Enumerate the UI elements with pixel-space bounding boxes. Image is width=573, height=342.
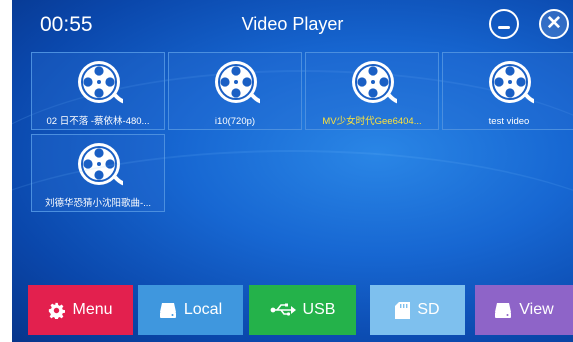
- video-file-tile[interactable]: 刘德华恐猜小沈阳歌曲-...: [31, 134, 165, 212]
- video-file-name: MV少女时代Gee6404...: [322, 116, 422, 127]
- local-button-label: Local: [183, 301, 223, 318]
- view-button[interactable]: View: [475, 285, 573, 335]
- local-button[interactable]: Local: [138, 285, 243, 335]
- gear-icon: [49, 302, 66, 319]
- film-reel-icon: [78, 61, 123, 104]
- film-reel-icon: [78, 143, 123, 186]
- sd-card-icon: [395, 301, 411, 319]
- close-button[interactable]: ✕: [539, 9, 569, 39]
- video-player-screen: 00:55 Video Player ✕ 02 日不落 -蔡依林-480...: [12, 0, 573, 342]
- video-file-tile[interactable]: 02 日不落 -蔡依林-480...: [31, 52, 165, 130]
- film-reel-icon: [352, 61, 397, 104]
- video-file-name: test video: [488, 116, 530, 127]
- source-toolbar: Menu Local USB SD View: [12, 285, 573, 342]
- minimize-button[interactable]: [489, 9, 519, 39]
- usb-icon: [270, 303, 296, 316]
- usb-button[interactable]: USB: [249, 285, 356, 335]
- drive-icon: [159, 302, 176, 318]
- usb-button-label: USB: [302, 301, 336, 318]
- video-file-name: i10(720p): [214, 116, 256, 127]
- video-file-name: 02 日不落 -蔡依林-480...: [46, 116, 150, 127]
- video-file-tile[interactable]: MV少女时代Gee6404...: [305, 52, 439, 130]
- film-reel-icon: [489, 61, 534, 104]
- close-icon: ✕: [546, 13, 562, 34]
- sd-button[interactable]: SD: [370, 285, 465, 335]
- view-button-label: View: [519, 301, 554, 318]
- sd-button-label: SD: [417, 301, 440, 318]
- video-file-tile[interactable]: i10(720p): [168, 52, 302, 130]
- menu-button[interactable]: Menu: [28, 285, 133, 335]
- drive-icon: [495, 302, 512, 318]
- video-file-tile[interactable]: test video: [442, 52, 573, 130]
- title-bar: 00:55 Video Player ✕: [12, 0, 573, 50]
- menu-button-label: Menu: [72, 301, 113, 318]
- video-file-name: 刘德华恐猜小沈阳歌曲-...: [44, 198, 152, 209]
- film-reel-icon: [215, 61, 260, 104]
